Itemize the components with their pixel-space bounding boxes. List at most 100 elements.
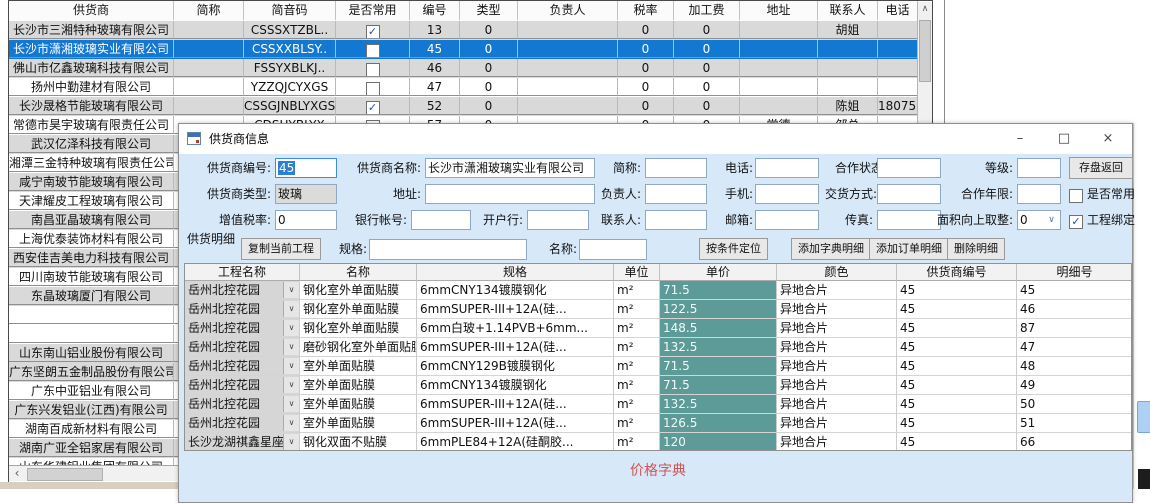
chevron-down-icon[interactable]: ∨ bbox=[283, 339, 299, 355]
detail-cell-project[interactable]: 岳州北控花园∨ bbox=[185, 338, 300, 357]
detail-cell-price[interactable]: 120 bbox=[660, 433, 777, 451]
spec-filter-input[interactable] bbox=[369, 239, 527, 260]
scroll-up-icon[interactable]: ∧ bbox=[918, 2, 932, 17]
field-input[interactable] bbox=[645, 210, 707, 230]
detail-row[interactable]: 岳州北控花园∨室外单面贴膜6mmCNY134镀膜钢化m²71.5异地合片4549 bbox=[185, 376, 1131, 395]
column-header[interactable]: 联系人 bbox=[818, 1, 878, 20]
column-header[interactable]: 简称 bbox=[174, 1, 244, 20]
common-use-checkbox[interactable]: 是否常用 bbox=[1069, 184, 1135, 204]
detail-cell-price[interactable]: 126.5 bbox=[660, 414, 777, 433]
field-input[interactable]: 45 bbox=[275, 158, 337, 178]
common-use-checkbox-icon[interactable] bbox=[366, 44, 380, 58]
field-input[interactable] bbox=[877, 158, 941, 178]
field-input[interactable] bbox=[877, 184, 941, 204]
detail-cell-project[interactable]: 岳州北控花园∨ bbox=[185, 281, 300, 300]
detail-column-header[interactable]: 单价 bbox=[660, 264, 777, 281]
detail-cell-price[interactable]: 71.5 bbox=[660, 281, 777, 300]
field-input[interactable] bbox=[755, 184, 819, 204]
field-input[interactable] bbox=[411, 210, 471, 230]
horizontal-scroll-thumb[interactable] bbox=[27, 468, 103, 481]
detail-cell-project[interactable]: 岳州北控花园∨ bbox=[185, 395, 300, 414]
column-header[interactable]: 电话 bbox=[878, 1, 918, 20]
detail-row[interactable]: 岳州北控花园∨磨砂钢化室外单面贴膜6mmSUPER-III+12A(硅...m²… bbox=[185, 338, 1131, 357]
chevron-down-icon[interactable]: ∨ bbox=[283, 301, 299, 317]
column-header[interactable]: 税率 bbox=[618, 1, 674, 20]
copy-project-button[interactable]: 复制当前工程 bbox=[241, 238, 321, 260]
detail-cell-project[interactable]: 岳州北控花园∨ bbox=[185, 357, 300, 376]
detail-row[interactable]: 岳州北控花园∨钢化室外单面贴膜6mmSUPER-III+12A(硅...m²12… bbox=[185, 300, 1131, 319]
detail-row[interactable]: 岳州北控花园∨室外单面贴膜6mmSUPER-III+12A(硅...m²132.… bbox=[185, 395, 1131, 414]
locate-button[interactable]: 按条件定位 bbox=[699, 238, 768, 260]
field-input[interactable] bbox=[645, 184, 707, 204]
column-header[interactable]: 负责人 bbox=[518, 1, 618, 20]
background-scroll-thumb[interactable] bbox=[1137, 401, 1150, 433]
delete-detail-button[interactable]: 删除明细 bbox=[947, 238, 1005, 260]
table-row[interactable]: 长沙市三湘特种玻璃有限公司CSSSXTZBL..✓13000胡姐 bbox=[9, 21, 918, 40]
table-row[interactable]: 长沙市潇湘玻璃实业有限公司CSSXXBLSY..45000 bbox=[9, 40, 918, 59]
chevron-down-icon[interactable]: ∨ bbox=[283, 415, 299, 431]
field-input[interactable] bbox=[1017, 184, 1061, 204]
common-use-checkbox-icon[interactable] bbox=[366, 82, 380, 96]
field-input[interactable] bbox=[645, 158, 707, 178]
name-filter-input[interactable] bbox=[579, 239, 647, 260]
detail-row[interactable]: 岳州北控花园∨钢化室外单面贴膜6mmCNY134镀膜钢化m²71.5异地合片45… bbox=[185, 281, 1131, 300]
add-order-detail-button[interactable]: 添加订单明细 bbox=[869, 238, 949, 260]
common-use-checkbox-icon[interactable]: ✓ bbox=[366, 25, 380, 39]
detail-column-header[interactable]: 工程名称 bbox=[185, 264, 300, 281]
table-row[interactable]: 佛山市亿鑫玻璃科技有限公司FSSYXBLKJ..46000 bbox=[9, 59, 918, 78]
column-header[interactable]: 简音码 bbox=[244, 1, 336, 20]
common-use-checkbox-icon[interactable]: ✓ bbox=[366, 101, 380, 115]
vertical-scroll-thumb[interactable] bbox=[919, 20, 931, 82]
detail-cell-price[interactable]: 132.5 bbox=[660, 338, 777, 357]
field-input[interactable] bbox=[527, 210, 589, 230]
chevron-down-icon[interactable]: ∨ bbox=[283, 358, 299, 374]
close-button[interactable]: × bbox=[1086, 124, 1130, 154]
detail-cell-price[interactable]: 148.5 bbox=[660, 319, 777, 338]
field-input[interactable] bbox=[755, 210, 819, 230]
column-header[interactable]: 是否常用 bbox=[336, 1, 410, 20]
detail-column-header[interactable]: 名称 bbox=[300, 264, 417, 281]
project-bind-checkbox[interactable]: ✓工程绑定 bbox=[1069, 210, 1135, 230]
detail-column-header[interactable]: 供货商编号 bbox=[897, 264, 1017, 281]
add-dict-detail-button[interactable]: 添加字典明细 bbox=[791, 238, 871, 260]
detail-cell-price[interactable]: 71.5 bbox=[660, 357, 777, 376]
field-input[interactable] bbox=[425, 184, 595, 204]
chevron-down-icon[interactable]: ∨ bbox=[283, 434, 299, 450]
detail-row[interactable]: 岳州北控花园∨室外单面贴膜6mmSUPER-III+12A(硅...m²126.… bbox=[185, 414, 1131, 433]
detail-cell-project[interactable]: 岳州北控花园∨ bbox=[185, 300, 300, 319]
minimize-button[interactable]: – bbox=[998, 124, 1042, 154]
detail-row[interactable]: 长沙龙湖祺鑫星座∨钢化双面不贴膜6mmPLE84+12A(硅酮胶...m²120… bbox=[185, 433, 1131, 451]
detail-cell-price[interactable]: 71.5 bbox=[660, 376, 777, 395]
field-input[interactable] bbox=[1017, 158, 1061, 178]
column-header[interactable]: 地址 bbox=[740, 1, 818, 20]
field-input[interactable]: 长沙市潇湘玻璃实业有限公司 bbox=[425, 158, 595, 178]
column-header[interactable]: 供货商 bbox=[9, 1, 174, 20]
detail-cell-project[interactable]: 长沙龙湖祺鑫星座∨ bbox=[185, 433, 300, 451]
field-input[interactable]: 0 bbox=[275, 210, 337, 230]
detail-column-header[interactable]: 规格 bbox=[417, 264, 614, 281]
chevron-down-icon[interactable]: ∨ bbox=[1044, 211, 1059, 229]
detail-cell-price[interactable]: 122.5 bbox=[660, 300, 777, 319]
common-use-checkbox-icon[interactable] bbox=[366, 63, 380, 77]
detail-column-header[interactable]: 明细号 bbox=[1017, 264, 1132, 281]
maximize-button[interactable]: □ bbox=[1042, 124, 1086, 154]
field-input[interactable] bbox=[755, 158, 819, 178]
detail-cell-price[interactable]: 132.5 bbox=[660, 395, 777, 414]
chevron-down-icon[interactable]: ∨ bbox=[283, 396, 299, 412]
detail-cell-project[interactable]: 岳州北控花园∨ bbox=[185, 319, 300, 338]
chevron-down-icon[interactable]: ∨ bbox=[283, 320, 299, 336]
scroll-left-icon[interactable]: ‹ bbox=[9, 466, 25, 481]
detail-row[interactable]: 岳州北控花园∨钢化室外单面贴膜6mm白玻+1.14PVB+6mm...m²148… bbox=[185, 319, 1131, 338]
detail-cell-project[interactable]: 岳州北控花园∨ bbox=[185, 414, 300, 433]
price-dictionary-link[interactable]: 价格字典 bbox=[184, 460, 1132, 480]
detail-column-header[interactable]: 单位 bbox=[614, 264, 660, 281]
table-row[interactable]: 扬州中勤建材有限公司YZZQJCYXGS47000 bbox=[9, 78, 918, 97]
detail-row[interactable]: 岳州北控花园∨室外单面贴膜6mmCNY129B镀膜钢化m²71.5异地合片454… bbox=[185, 357, 1131, 376]
column-header[interactable]: 类型 bbox=[460, 1, 518, 20]
detail-column-header[interactable]: 颜色 bbox=[777, 264, 897, 281]
chevron-down-icon[interactable]: ∨ bbox=[283, 377, 299, 393]
column-header[interactable]: 编号 bbox=[410, 1, 460, 20]
save-return-button[interactable]: 存盘返回 bbox=[1069, 157, 1133, 179]
detail-cell-project[interactable]: 岳州北控花园∨ bbox=[185, 376, 300, 395]
field-input[interactable]: 玻璃 bbox=[275, 184, 337, 204]
